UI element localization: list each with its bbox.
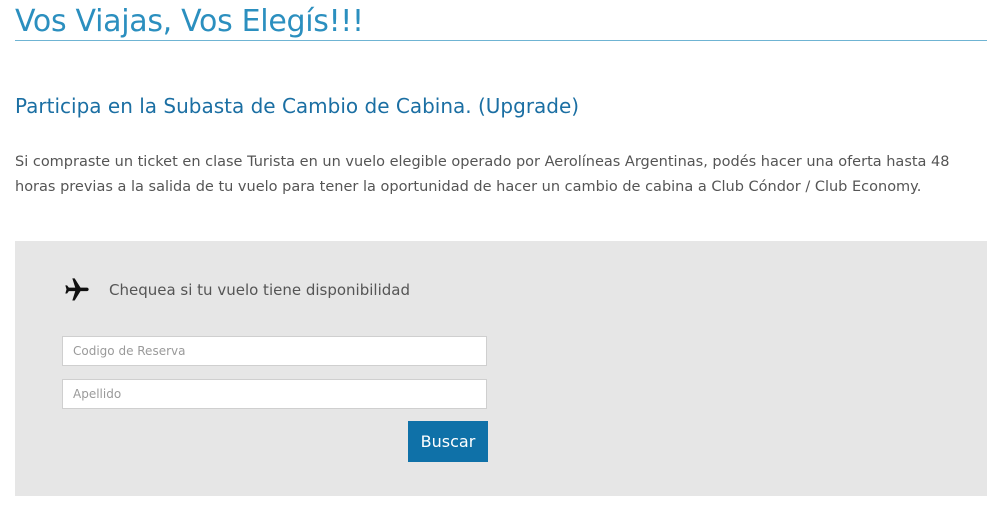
intro-paragraph: Si compraste un ticket en clase Turista … [15, 154, 950, 195]
surname-input[interactable] [62, 379, 487, 409]
panel-header: Chequea si tu vuelo tiene disponibilidad [63, 274, 410, 306]
reservation-code-input[interactable] [62, 336, 487, 366]
section-heading: Participa en la Subasta de Cambio de Cab… [15, 94, 580, 118]
availability-panel: Chequea si tu vuelo tiene disponibilidad… [15, 241, 987, 496]
panel-title: Chequea si tu vuelo tiene disponibilidad [109, 281, 410, 299]
page-title: Vos Viajas, Vos Elegís!!! [15, 0, 987, 41]
search-button[interactable]: Buscar [408, 421, 488, 462]
airplane-icon [63, 276, 91, 304]
page: Vos Viajas, Vos Elegís!!! Participa en l… [0, 0, 1000, 510]
